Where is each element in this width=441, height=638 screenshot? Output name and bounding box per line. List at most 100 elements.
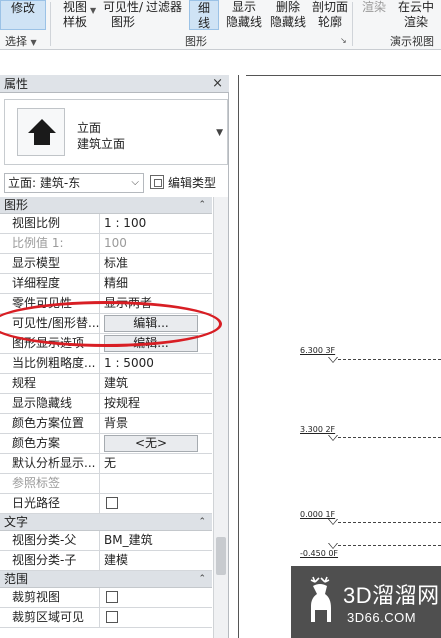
level-label[interactable]: -0.450 0F	[300, 549, 338, 558]
property-value[interactable]: 精细	[101, 274, 212, 293]
properties-panel: 属性 × 立面 建筑立面 ▼ 立面: 建筑-东 ⌵ 编辑类型 图形 ⌃ 视图比例 1 …	[0, 75, 229, 638]
level-line[interactable]	[338, 522, 441, 523]
property-row: 参照标签	[0, 474, 212, 494]
level-marker-icon	[328, 543, 338, 550]
property-value[interactable]: BM_建筑	[101, 531, 212, 550]
type-name: 建筑立面	[77, 137, 126, 151]
edit-button[interactable]: <无>	[104, 435, 198, 452]
property-name: 图形显示选项	[0, 334, 100, 353]
section-header[interactable]: 文字 ⌃	[0, 514, 212, 531]
property-value[interactable]: 按规程	[101, 394, 212, 413]
property-name: 显示模型	[0, 254, 100, 273]
property-row: 视图分类-父 BM_建筑	[0, 531, 212, 551]
property-name: 裁剪视图	[0, 588, 100, 607]
property-value[interactable]: 背景	[101, 414, 212, 433]
divider	[352, 2, 353, 46]
level-marker-icon	[328, 435, 338, 442]
property-name: 视图比例	[0, 214, 100, 233]
level-label[interactable]: 3.300 2F	[300, 425, 335, 434]
render-button[interactable]: 渲染	[360, 0, 388, 15]
checkbox[interactable]	[106, 591, 118, 603]
edit-type-button[interactable]: 编辑类型	[150, 173, 216, 193]
property-name: 默认分析显示...	[0, 454, 100, 473]
property-name: 视图分类-父	[0, 531, 100, 550]
chevron-down-icon[interactable]: ▼	[90, 6, 96, 15]
edit-button[interactable]: 编辑...	[104, 335, 198, 352]
property-name: 显示隐藏线	[0, 394, 100, 413]
property-row: 显示模型 标准	[0, 254, 212, 274]
property-value[interactable]	[101, 494, 212, 513]
remove-hidden-lines-button[interactable]: 删除 隐藏线	[268, 0, 308, 30]
property-value[interactable]: 编辑...	[101, 314, 212, 333]
collapse-icon[interactable]: ⌃	[198, 514, 206, 531]
level-line[interactable]	[338, 545, 441, 546]
property-value[interactable]: 标准	[101, 254, 212, 273]
property-name: 颜色方案	[0, 434, 100, 453]
view-template-button[interactable]: 视图 样板	[60, 0, 90, 30]
scrollbar[interactable]	[213, 197, 228, 638]
property-row: 当比例粗略度... 1 : 5000	[0, 354, 212, 374]
level-label[interactable]: 6.300 3F	[300, 346, 335, 355]
property-name: 日光路径	[0, 494, 100, 513]
property-value[interactable]: 显示两者	[101, 294, 212, 313]
cut-profile-button[interactable]: 剖切面 轮廓	[310, 0, 350, 30]
property-value[interactable]: 建模	[101, 551, 212, 570]
property-value[interactable]: 1 : 5000	[101, 354, 212, 373]
property-value[interactable]: 100	[101, 234, 212, 253]
elevation-view[interactable]: 6.300 3F 3.300 2F 0.000 1F -0.450 0F	[238, 75, 441, 638]
close-icon[interactable]: ×	[212, 75, 223, 93]
property-value[interactable]: 编辑...	[101, 334, 212, 353]
collapse-icon[interactable]: ⌃	[198, 571, 206, 588]
property-name: 规程	[0, 374, 100, 393]
thin-lines-button[interactable]: 细 线	[189, 0, 219, 30]
property-row: 日光路径	[0, 494, 212, 514]
property-value[interactable]: 1 : 100	[101, 214, 212, 233]
show-hidden-lines-button[interactable]: 显示 隐藏线	[224, 0, 264, 30]
render-in-cloud-button[interactable]: 在云中 渲染	[394, 0, 438, 30]
edit-button[interactable]: 编辑...	[104, 315, 198, 332]
select-group-label[interactable]: 选择 ▼	[5, 33, 37, 49]
property-value[interactable]	[101, 588, 212, 607]
visibility-graphics-button[interactable]: 可见性/ 图形	[98, 0, 148, 30]
scrollbar-thumb[interactable]	[216, 537, 226, 575]
collapse-icon[interactable]: ⌃	[198, 197, 206, 214]
property-name: 详细程度	[0, 274, 100, 293]
property-value[interactable]	[101, 608, 212, 627]
property-row: 比例值 1: 100	[0, 234, 212, 254]
property-value[interactable]: 建筑	[101, 374, 212, 393]
property-name: 可见性/图形替...	[0, 314, 100, 333]
level-marker-icon	[328, 357, 338, 364]
checkbox[interactable]	[106, 497, 118, 509]
level-line[interactable]	[338, 437, 441, 438]
section-header[interactable]: 范围 ⌃	[0, 571, 212, 588]
property-name: 视图分类-子	[0, 551, 100, 570]
property-value[interactable]	[101, 474, 212, 493]
level-label[interactable]: 0.000 1F	[300, 510, 335, 519]
property-row: 视图比例 1 : 100	[0, 214, 212, 234]
view-border	[246, 75, 441, 76]
chevron-down-icon: ▼	[30, 38, 37, 47]
filter-button[interactable]: 过滤器	[146, 0, 182, 15]
dialog-launcher-icon[interactable]: ↘	[340, 36, 347, 45]
level-line[interactable]	[338, 359, 441, 360]
modify-button[interactable]: 修改	[0, 0, 46, 30]
property-name: 颜色方案位置	[0, 414, 100, 433]
watermark-title: 3D溜溜网	[343, 583, 440, 608]
property-row: 颜色方案位置 背景	[0, 414, 212, 434]
view-border	[238, 75, 239, 638]
checkbox[interactable]	[106, 611, 118, 623]
property-row: 裁剪区域可见	[0, 608, 212, 628]
property-name: 裁剪区域可见	[0, 608, 100, 627]
caret-down-icon[interactable]: ▼	[216, 128, 223, 138]
instance-selector[interactable]: 立面: 建筑-东 ⌵	[4, 173, 144, 193]
graphics-group-label: 图形	[185, 35, 207, 48]
property-value[interactable]: 无	[101, 454, 212, 473]
section-header[interactable]: 图形 ⌃	[0, 197, 212, 214]
property-row: 显示隐藏线 按规程	[0, 394, 212, 414]
property-row: 图形显示选项 编辑...	[0, 334, 212, 354]
property-value[interactable]: <无>	[101, 434, 212, 453]
level-marker-icon	[328, 519, 338, 526]
properties-grid: 图形 ⌃ 视图比例 1 : 100 比例值 1: 100 显示模型 标准 详细程度 精细 零件可见性…	[0, 197, 212, 628]
edit-type-icon	[150, 175, 164, 189]
type-selector[interactable]: 立面 建筑立面 ▼	[4, 99, 228, 165]
